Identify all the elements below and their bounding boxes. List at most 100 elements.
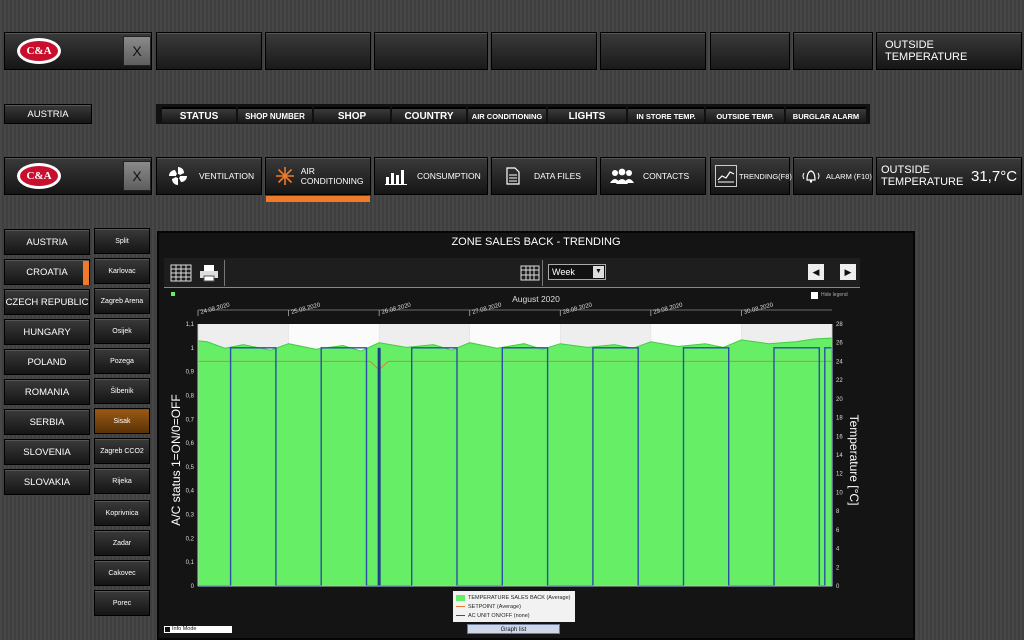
info-mode-label: Info Mode [172,626,197,632]
left-tick-label: 0,1 [186,560,195,566]
city-koprivnica[interactable]: Koprivnica [94,500,150,526]
country-poland[interactable]: POLAND [4,349,90,375]
col-status[interactable]: STATUS [162,107,236,123]
calendar-grid-icon[interactable] [520,265,540,281]
prev-period-button[interactable]: ◀ [808,264,824,280]
fan-icon [165,166,191,186]
selected-indicator [83,261,89,285]
legend-item: SETPOINT (Average) [456,602,572,611]
left-tick-label: 0,5 [186,465,195,471]
nav-contacts[interactable]: CONTACTS [600,157,706,195]
col-country[interactable]: COUNTRY [392,107,466,123]
c-and-a-logo: C&A [17,163,61,189]
outside-temp-panel: OUTSIDE TEMPERATURE 31,7°C [876,157,1022,195]
col-burglar-alarm[interactable]: BURGLAR ALARM [786,107,866,123]
right-tick-label: 20 [836,397,843,403]
right-tick-label: 4 [836,547,840,553]
col-in-store-temp[interactable]: IN STORE TEMP. [628,107,704,123]
country-slovenia[interactable]: SLOVENIA [4,439,90,465]
nav-trending[interactable]: TRENDING(F8) [710,157,792,195]
left-tick-label: 1,1 [186,322,195,328]
temperature-area-path [197,337,833,587]
trend-chart: 00,10,20,30,40,50,60,70,80,911,102468101… [169,302,861,590]
country-slovakia[interactable]: SLOVAKIA [4,469,90,495]
city-sisak[interactable]: Sisak [94,408,150,434]
info-mode-checkbox [165,627,170,632]
table-view-icon[interactable] [170,263,192,283]
country-austria[interactable]: AUSTRIA [4,229,90,255]
country-romania[interactable]: ROMANIA [4,379,90,405]
left-tick-label: 0,3 [186,513,195,519]
trend-icon [715,165,737,187]
hide-legend-label: Hide legend [821,292,848,298]
chart-legend: TEMPERATURE SALES BACK (Average) SETPOIN… [453,591,575,622]
temperature-area [197,337,833,587]
trend-title: ZONE SALES BACK - TRENDING [451,236,621,248]
col-lights[interactable]: LIGHTS [548,107,626,123]
left-tick-label: 0,7 [186,417,195,423]
right-tick-label: 8 [836,509,840,515]
country-austria-top[interactable]: AUSTRIA [4,104,92,124]
city-rijeka[interactable]: Rijeka [94,468,150,494]
blank-tile [793,32,873,70]
city-karlovac[interactable]: Karlovac [94,258,150,284]
city-osijek[interactable]: Osijek [94,318,150,344]
country-croatia[interactable]: CROATIA [4,259,90,285]
info-mode-toggle[interactable]: Info Mode [164,626,232,633]
legend-label: TEMPERATURE SALES BACK (Average) [468,594,571,601]
col-air-conditioning[interactable]: AIR CONDITIONING [468,107,546,123]
country-croatia-label: CROATIA [26,266,68,278]
close-button[interactable]: X [123,161,151,191]
outside-temp-label: OUTSIDE TEMPERATURE [881,164,964,188]
toolbar-divider [224,260,225,286]
city-cakovec[interactable]: Cakovec [94,560,150,586]
next-period-button[interactable]: ▶ [840,264,856,280]
right-tick-label: 0 [836,584,840,590]
right-tick-label: 10 [836,490,843,496]
country-czech-republic[interactable]: CZECH REPUBLIC [4,289,90,315]
legend-swatch-ac [456,615,465,616]
top-logo-bar: C&A X [4,32,152,70]
city-zagreb-cco2[interactable]: Zagreb CCO2 [94,438,150,464]
close-button[interactable]: X [123,36,151,66]
x-tick-label: 25.08.2020 [291,302,322,316]
left-tick-label: 0,6 [186,441,195,447]
left-tick-label: 0,4 [186,489,195,495]
country-hungary[interactable]: HUNGARY [4,319,90,345]
nav-ventilation[interactable]: VENTILATION [156,157,262,195]
city-porec[interactable]: Porec [94,590,150,616]
nav-contacts-label: CONTACTS [643,171,690,181]
print-icon[interactable] [198,263,220,283]
blank-tile [600,32,706,70]
time-cursor [377,347,381,586]
legend-swatch-temperature [456,594,465,601]
blank-tile [265,32,371,70]
blank-tile [374,32,488,70]
nav-alarm[interactable]: ALARM (F10) [793,157,873,195]
logo-text: C&A [20,166,58,186]
nav-air-conditioning[interactable]: AIR CONDITIONING [265,157,371,195]
right-tick-label: 6 [836,528,840,534]
nav-consumption-label: CONSUMPTION [417,171,481,181]
col-shop-number[interactable]: SHOP NUMBER [238,107,312,123]
city-split[interactable]: Split [94,228,150,254]
city-sibenik[interactable]: Šibenik [94,378,150,404]
country-serbia[interactable]: SERBIA [4,409,90,435]
city-zadar[interactable]: Zadar [94,530,150,556]
nav-consumption[interactable]: CONSUMPTION [374,157,488,195]
range-select[interactable]: Week ▼ [548,264,606,280]
hide-legend-checkbox[interactable] [811,292,818,299]
right-tick-label: 28 [836,322,843,328]
blank-tile [491,32,597,70]
left-axis-label: A/C status 1=ON/0=OFF [169,394,183,525]
left-tick-label: 0 [191,584,195,590]
city-pozega[interactable]: Pozega [94,348,150,374]
right-tick-label: 18 [836,416,843,422]
col-shop[interactable]: SHOP [314,107,390,123]
document-icon [500,166,526,186]
col-outside-temp[interactable]: OUTSIDE TEMP. [706,107,784,123]
right-tick-label: 24 [836,359,843,365]
graph-list-button[interactable]: Graph list [467,624,560,634]
nav-data-files[interactable]: DATA FILES [491,157,597,195]
city-zagreb-arena[interactable]: Zagreb Arena [94,288,150,314]
